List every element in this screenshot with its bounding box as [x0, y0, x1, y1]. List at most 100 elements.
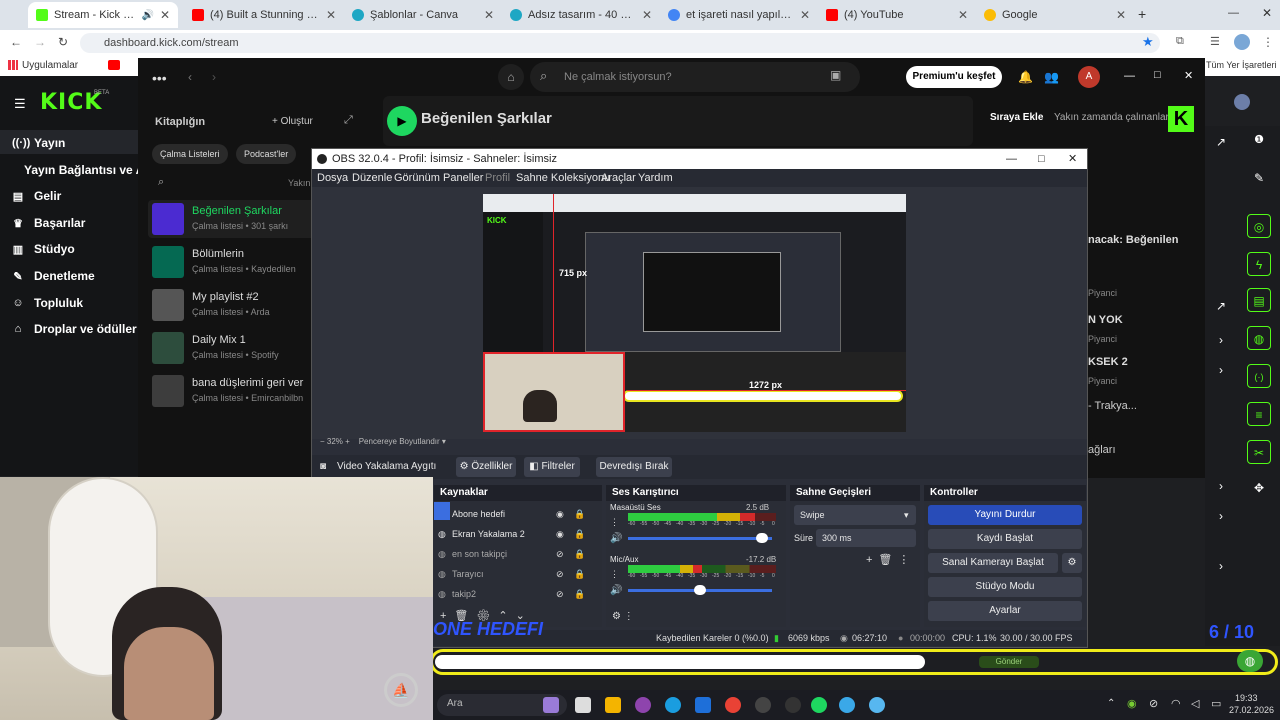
nav-item-achievements[interactable]: ♛ Başarılar	[12, 216, 85, 230]
menu-file[interactable]: Dosya	[317, 172, 348, 184]
chrome-icon[interactable]	[725, 697, 741, 713]
play-icon[interactable]: ▶	[387, 106, 417, 136]
menu-scene-collection[interactable]: Sahne Koleksiyonu	[516, 172, 610, 184]
app-icon[interactable]	[785, 697, 801, 713]
visibility-eye-icon[interactable]: ◉	[556, 525, 564, 543]
nav-item-stream-link[interactable]: Yayın Bağlantısı ve An	[24, 163, 152, 177]
browse-icon[interactable]: ▣	[830, 68, 841, 82]
nav-item-studio[interactable]: ▥ Stüdyo	[12, 242, 75, 256]
channel-menu-icon[interactable]: ⋮	[610, 569, 619, 580]
reload-icon[interactable]: ↻	[58, 35, 68, 49]
source-item[interactable]: ◍ Abone hedefi ◉ 🔒	[438, 505, 598, 523]
scene-selected[interactable]	[434, 502, 450, 520]
extensions-icon[interactable]: ⧉	[1176, 35, 1184, 48]
wifi-icon[interactable]: ◠	[1171, 697, 1181, 710]
store-icon[interactable]	[695, 697, 711, 713]
youtube-bookmark-icon[interactable]	[108, 60, 120, 70]
tray-app-icon[interactable]: ◉	[1127, 697, 1137, 710]
menu-edit[interactable]: Düzenle	[352, 172, 392, 184]
canva-icon[interactable]	[869, 697, 885, 713]
close-icon[interactable]: ✕	[1068, 149, 1077, 169]
lock-icon[interactable]: 🔒	[574, 525, 585, 543]
menu-docks[interactable]: Paneller	[443, 172, 483, 184]
obs-icon[interactable]	[635, 697, 651, 713]
minimize-icon[interactable]: —	[1006, 149, 1017, 169]
wrench-icon[interactable]: ✂	[1247, 440, 1271, 464]
transition-toolbar[interactable]: +🗑⋮	[866, 553, 915, 566]
chat-icon[interactable]: ◍	[1237, 650, 1263, 672]
profile-avatar[interactable]	[1234, 34, 1250, 50]
create-button[interactable]: + Oluştur	[272, 116, 313, 127]
edit-icon[interactable]: ✎	[1247, 166, 1271, 190]
queue-tab[interactable]: Sıraya Ekle	[990, 112, 1043, 123]
close-tab-icon[interactable]: ✕	[484, 8, 494, 22]
close-tab-icon[interactable]: ✕	[1116, 8, 1126, 22]
close-icon[interactable]: ✕	[1184, 69, 1193, 82]
tab-google[interactable]: Google ✕	[976, 2, 1134, 28]
bookmark-star-icon[interactable]: ★	[1142, 34, 1154, 50]
forward-icon[interactable]: →	[34, 35, 46, 49]
tab-canva-templates[interactable]: Şablonlar - Canva ✕	[344, 2, 502, 28]
close-tab-icon[interactable]: ✕	[160, 8, 170, 22]
tab-youtube-video[interactable]: (4) Built a Stunning 3-Story Ho ✕	[184, 2, 344, 28]
bolt-icon[interactable]: ϟ	[1247, 252, 1271, 276]
settings-button[interactable]: Ayarlar	[928, 601, 1082, 621]
lock-icon[interactable]: 🔒	[574, 565, 585, 583]
visibility-eye-icon[interactable]: ◉	[556, 505, 564, 523]
chevron-right-icon[interactable]: ›	[1209, 504, 1233, 528]
all-bookmarks[interactable]: Tüm Yer İşaretleri	[1206, 60, 1277, 70]
chrome-menu-icon[interactable]: ⋮	[1262, 35, 1274, 49]
studio-mode-button[interactable]: Stüdyo Modu	[928, 577, 1082, 597]
volume-slider[interactable]	[628, 537, 772, 540]
clock-time[interactable]: 19:33	[1235, 693, 1258, 703]
sort-label[interactable]: Yakın	[288, 178, 310, 188]
send-button[interactable]: Gönder	[979, 656, 1039, 668]
close-tab-icon[interactable]: ✕	[326, 8, 336, 22]
stop-stream-button[interactable]: Yayını Durdur	[928, 505, 1082, 525]
forward-nav-icon[interactable]: ›	[212, 70, 216, 84]
close-tab-icon[interactable]: ✕	[958, 8, 968, 22]
chevron-right-icon[interactable]: ›	[1209, 554, 1233, 578]
close-tab-icon[interactable]: ✕	[642, 8, 652, 22]
nav-item-revenue[interactable]: ▤ Gelir	[12, 189, 62, 203]
volume-icon[interactable]: ◁	[1191, 697, 1199, 710]
source-item[interactable]: ◍ takip2 ⊘ 🔒	[438, 585, 598, 603]
channel-menu-icon[interactable]: ⋮	[610, 517, 619, 528]
puzzle-icon[interactable]: ✥	[1247, 476, 1271, 500]
nav-item-drops[interactable]: ⌂ Droplar ve ödüller	[12, 322, 137, 336]
spotify-icon[interactable]	[811, 697, 827, 713]
lock-icon[interactable]: 🔒	[574, 545, 585, 563]
new-tab-icon[interactable]: +	[1138, 6, 1146, 22]
source-item[interactable]: ◍ en son takipçi ⊘ 🔒	[438, 545, 598, 563]
source-item[interactable]: ◍ Tarayıcı ⊘ 🔒	[438, 565, 598, 583]
home-icon[interactable]: ⌂	[498, 64, 524, 90]
visibility-eye-icon[interactable]: ⊘	[556, 565, 564, 583]
popout-icon[interactable]: ↗	[1209, 294, 1233, 318]
selected-webcam-source[interactable]	[483, 352, 625, 432]
nav-item-moderation[interactable]: ✎ Denetleme	[12, 269, 94, 283]
minimize-icon[interactable]: —	[1124, 70, 1135, 82]
more-menu-icon[interactable]: •••	[152, 70, 167, 86]
transition-select[interactable]: Swipe ▾	[794, 505, 916, 525]
clock-date[interactable]: 27.02.2026	[1229, 705, 1274, 715]
popout-icon[interactable]: ↗	[1209, 130, 1233, 154]
premium-button[interactable]: Premium'u keşfet	[906, 66, 1002, 88]
tray-network-icon[interactable]: ⊘	[1149, 697, 1158, 710]
start-recording-button[interactable]: Kaydı Başlat	[928, 529, 1082, 549]
task-view-icon[interactable]	[575, 697, 591, 713]
preview-canvas[interactable]: KICK 715 px 1272 px	[483, 194, 906, 432]
visibility-eye-icon[interactable]: ⊘	[556, 585, 564, 603]
menu-help[interactable]: Yardım	[638, 172, 673, 184]
battery-icon[interactable]: ▭	[1211, 697, 1221, 710]
expand-icon[interactable]: ⤢	[344, 114, 353, 127]
gear-icon[interactable]: ⚙	[1062, 553, 1082, 573]
nav-item-community[interactable]: ☺ Topluluk	[12, 296, 83, 310]
edge-icon[interactable]	[665, 697, 681, 713]
virtual-camera-button[interactable]: Sanal Kamerayı Başlat	[928, 553, 1058, 573]
properties-button[interactable]: ⚙ Özellikler	[456, 457, 516, 477]
filters-button[interactable]: ◧ Filtreler	[524, 457, 580, 477]
lock-icon[interactable]: 🔒	[574, 505, 585, 523]
nav-item-stream[interactable]: ((·)) Yayın	[12, 136, 65, 150]
tab-search-icon[interactable]: ☰	[1210, 35, 1220, 48]
menu-tools[interactable]: Araçlar	[601, 172, 636, 184]
